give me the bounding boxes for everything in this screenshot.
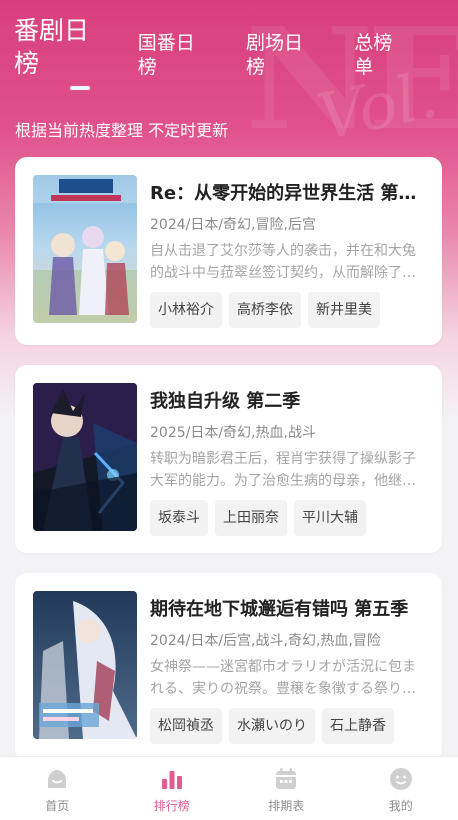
nav-label: 我的: [388, 799, 413, 813]
cast-tag[interactable]: 上田丽奈: [215, 500, 287, 536]
poster-image: [33, 591, 137, 739]
anime-description: 女神祭——迷宮都市オラリオが活況に包まれる、実りの祝祭。豊穣を象徴する祭りで女神…: [150, 659, 416, 697]
cast-tag[interactable]: 平川大辅: [294, 500, 366, 536]
nav-label: 排期表: [268, 799, 305, 813]
anime-meta: 2024/日本/奇幻,冒险,后宫: [150, 217, 316, 233]
bottom-nav: 首页 排行榜 排期表 我的: [0, 756, 458, 820]
tab-anime-daily[interactable]: 番剧日榜: [14, 15, 112, 80]
anime-title: Re：从零开始的异世界生活 第三季: [150, 183, 425, 204]
ranking-card[interactable]: Re：从零开始的异世界生活 第三季 2024/日本/奇幻,冒险,后宫 自从击退了…: [15, 157, 442, 345]
cast-tag[interactable]: 水瀬いのり: [229, 708, 315, 744]
cast-tags: 坂泰斗 上田丽奈 平川大辅: [150, 500, 366, 536]
ranking-subtitle: 根据当前热度整理 不定时更新: [15, 121, 229, 140]
cast-tag[interactable]: 松岡禎丞: [150, 708, 222, 744]
profile-icon: [389, 768, 412, 790]
tab-theater-daily[interactable]: 剧场日榜: [246, 31, 320, 80]
tab-domestic-daily[interactable]: 国番日榜: [138, 31, 212, 80]
anime-meta: 2024/日本/后宫,战斗,奇幻,热血,冒险: [150, 633, 381, 649]
poster-image: [33, 175, 137, 323]
nav-home[interactable]: 首页: [0, 757, 115, 820]
anime-title: 期待在地下城邂逅有错吗 第五季: [150, 599, 409, 620]
cast-tag[interactable]: 石上静香: [322, 708, 394, 744]
tab-overall[interactable]: 总榜单: [354, 31, 410, 80]
cast-tag[interactable]: 坂泰斗: [150, 500, 208, 536]
ranking-card[interactable]: 我独自升级 第二季 2025/日本/奇幻,热血,战斗 转职为暗影君王后，程肖宇获…: [15, 365, 442, 553]
anime-title: 我独自升级 第二季: [150, 391, 301, 412]
nav-profile[interactable]: 我的: [344, 757, 458, 820]
ranking-tabs: 番剧日榜 国番日榜 剧场日榜 总榜单: [14, 16, 444, 80]
cast-tags: 松岡禎丞 水瀬いのり 石上静香: [150, 708, 394, 744]
active-tab-indicator: [70, 86, 90, 90]
cast-tag[interactable]: 新井里美: [308, 292, 380, 328]
cast-tags: 小林裕介 高桥李依 新井里美: [150, 292, 380, 328]
nav-ranking[interactable]: 排行榜: [115, 757, 230, 820]
nav-schedule[interactable]: 排期表: [229, 757, 344, 820]
anime-description: 转职为暗影君王后，程肖宇获得了操纵影子大军的能力。为了治愈生病的母亲，他继续挑战…: [150, 451, 416, 489]
anime-meta: 2025/日本/奇幻,热血,战斗: [150, 425, 316, 441]
cast-tag[interactable]: 高桥李依: [229, 292, 301, 328]
poster-image: [33, 383, 137, 531]
nav-label: 排行榜: [153, 799, 190, 813]
calendar-icon: [276, 768, 297, 789]
ranking-card[interactable]: 期待在地下城邂逅有错吗 第五季 2024/日本/后宫,战斗,奇幻,热血,冒险 女…: [15, 573, 442, 761]
ranking-icon: [161, 771, 182, 789]
anime-description: 自从击退了艾尔莎等人的袭击，并在和大兔的战斗中与菈翠丝签订契约，从而解除了诅咒之…: [150, 243, 416, 281]
home-icon: [48, 770, 67, 788]
nav-label: 首页: [45, 799, 70, 813]
cast-tag[interactable]: 小林裕介: [150, 292, 222, 328]
